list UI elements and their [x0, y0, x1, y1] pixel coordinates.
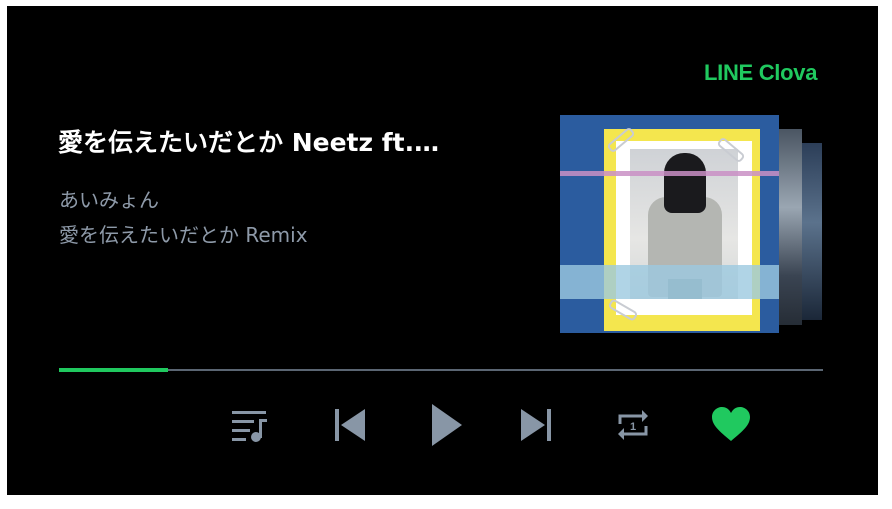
progress-fill[interactable] [59, 368, 169, 372]
player-screen: LINE Clova 愛を伝えたいだとか Neetz ft.… あいみょん 愛を… [7, 6, 878, 495]
heart-icon [712, 407, 750, 441]
playlist-button[interactable] [227, 405, 271, 445]
track-title: 愛を伝えたいだとか Neetz ft.… [58, 128, 440, 157]
brand-logo: LINE Clova [704, 60, 818, 85]
album-art-hair [664, 153, 706, 213]
track-artist: あいみょん [59, 188, 159, 212]
album-art-next-2[interactable] [800, 143, 822, 320]
repeat-one-icon: 1 [618, 410, 648, 440]
album-art-stripe-pink [560, 171, 779, 176]
album-art-stack[interactable] [560, 115, 830, 335]
skip-previous-icon [335, 409, 365, 441]
play-icon [432, 404, 462, 446]
track-album: 愛を伝えたいだとか Remix [59, 223, 308, 247]
album-art-stripe-blue [560, 265, 779, 299]
next-button[interactable] [515, 405, 559, 445]
play-button[interactable] [421, 400, 471, 450]
like-button[interactable] [708, 405, 754, 445]
album-art[interactable] [560, 115, 779, 333]
progress-track[interactable] [59, 369, 823, 371]
skip-next-icon [521, 409, 551, 441]
repeat-badge: 1 [630, 421, 636, 433]
playlist-icon [232, 411, 267, 442]
previous-button[interactable] [327, 405, 371, 445]
repeat-button[interactable]: 1 [611, 405, 655, 445]
